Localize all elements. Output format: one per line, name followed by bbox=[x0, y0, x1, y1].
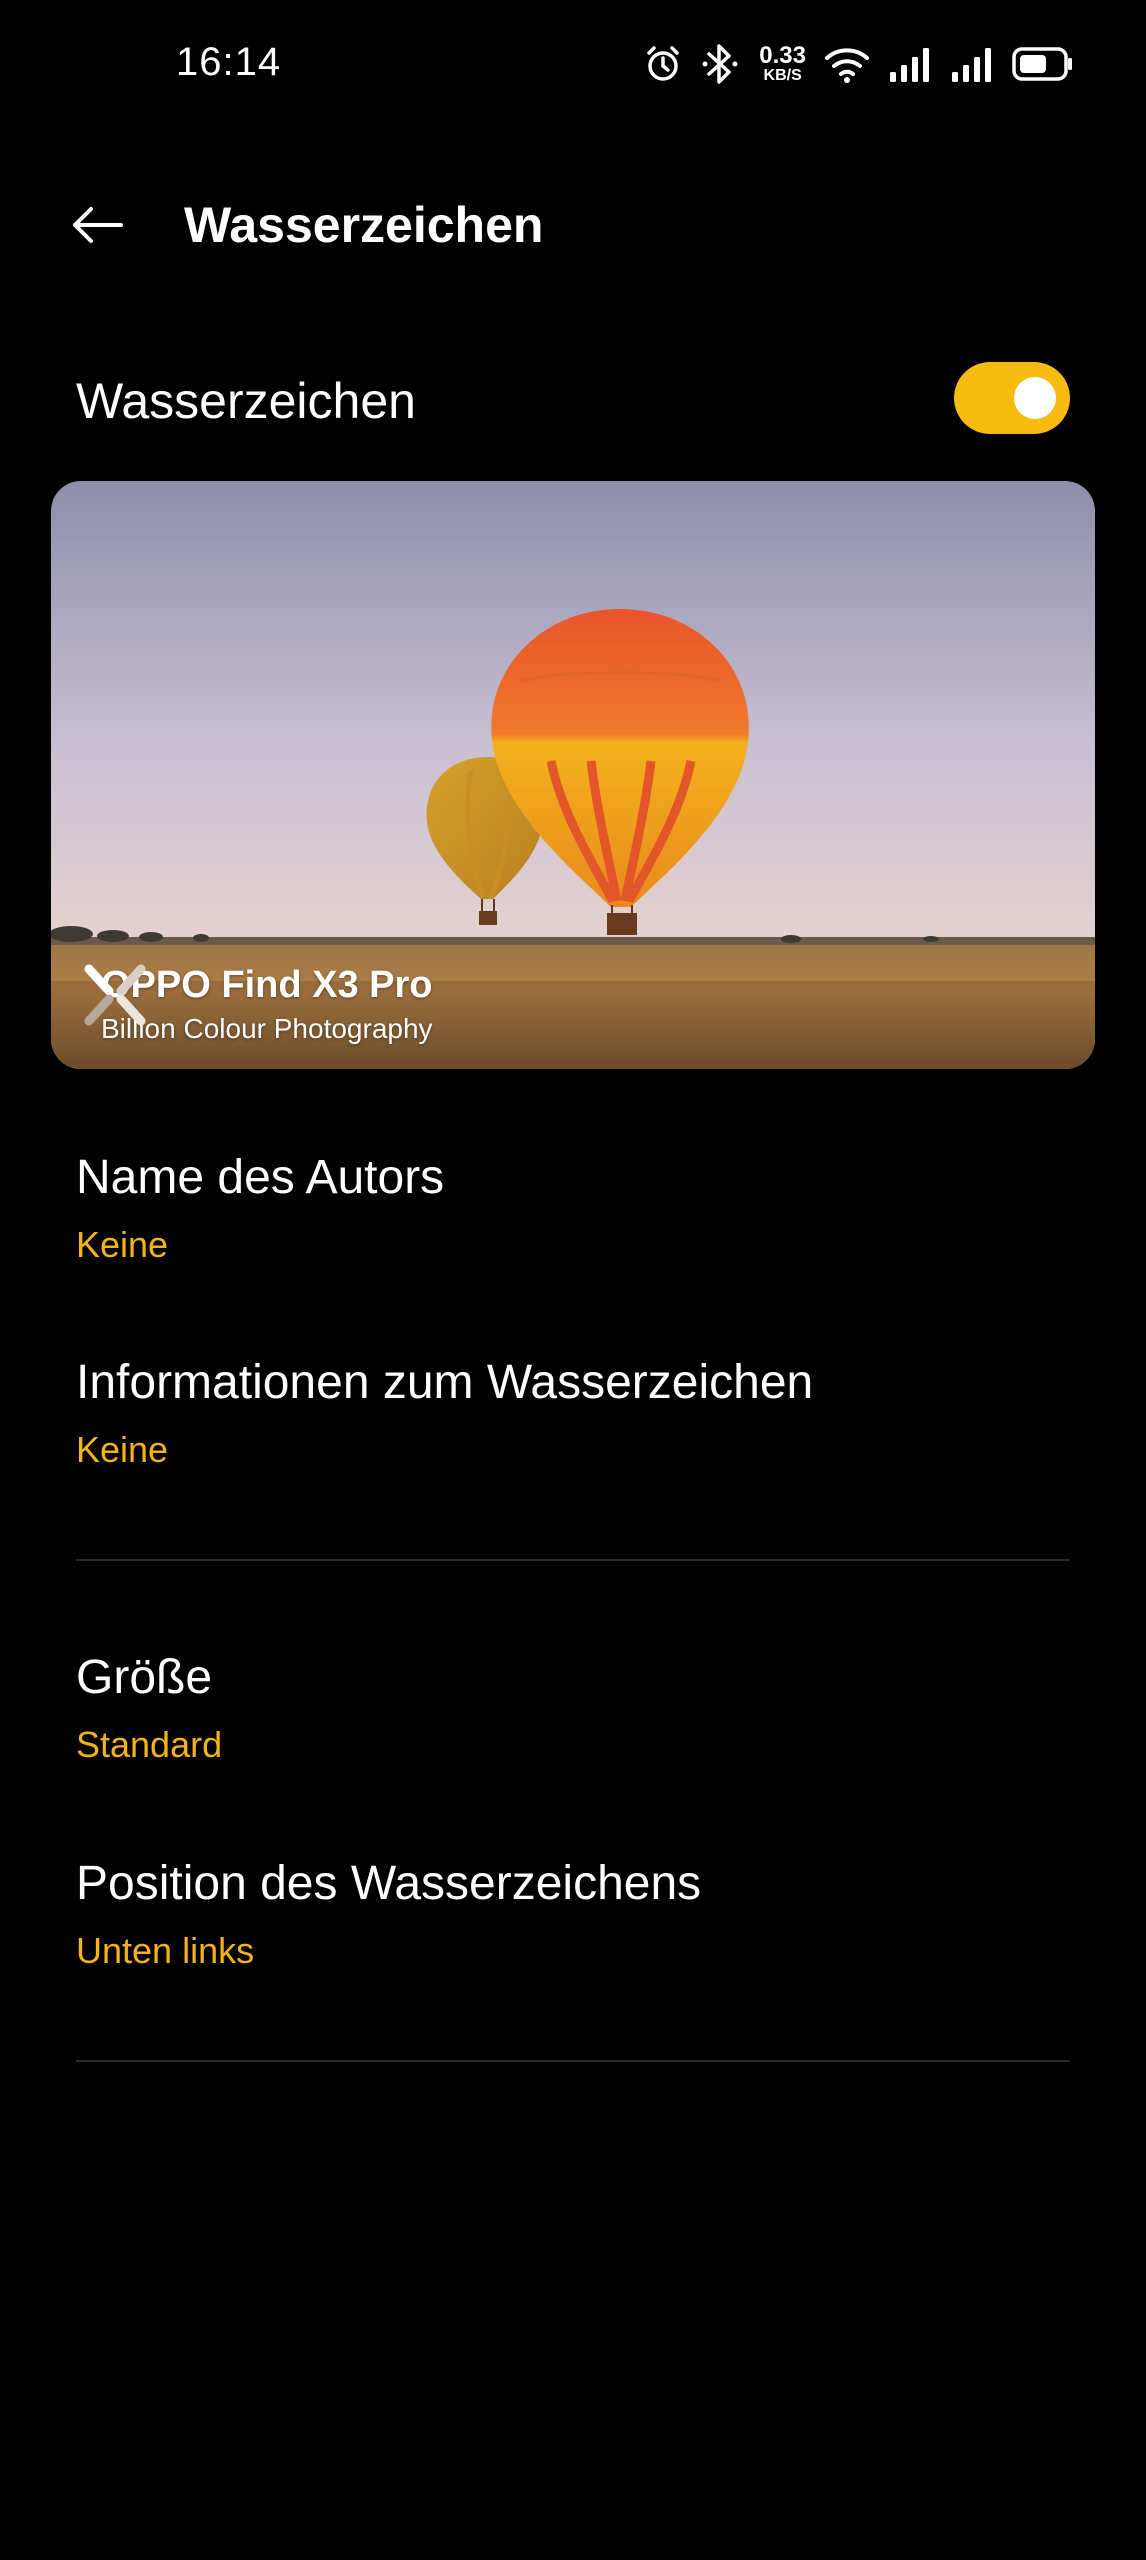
setting-title: Informationen zum Wasserzeichen bbox=[76, 1356, 814, 1409]
watermark-toggle-row[interactable]: Wasserzeichen bbox=[0, 350, 1146, 450]
status-time: 16:14 bbox=[176, 40, 282, 84]
author-name-setting[interactable]: Name des Autors Keine bbox=[0, 1150, 1146, 1310]
watermark-position-setting[interactable]: Position des Wasserzeichens Unten links bbox=[0, 1856, 1146, 2016]
setting-value: Keine bbox=[76, 1429, 169, 1470]
signal-icon bbox=[950, 46, 994, 82]
alarm-icon bbox=[643, 44, 683, 84]
watermark-overlay: OPPO Find X3 Pro Billion Colour Photogra… bbox=[79, 959, 433, 1049]
watermark-preview-image: OPPO Find X3 Pro Billion Colour Photogra… bbox=[51, 481, 1095, 1069]
setting-title: Position des Wasserzeichens bbox=[76, 1857, 702, 1910]
setting-title: Größe bbox=[76, 1651, 213, 1704]
back-button[interactable] bbox=[62, 192, 132, 262]
setting-value: Keine bbox=[76, 1224, 169, 1265]
watermark-toggle-switch[interactable] bbox=[954, 362, 1070, 434]
arrow-left-icon bbox=[69, 205, 125, 250]
divider bbox=[76, 2060, 1070, 2062]
divider bbox=[76, 1559, 1070, 1561]
network-speed-value: 0.33 bbox=[759, 42, 806, 69]
size-setting[interactable]: Größe Standard bbox=[0, 1650, 1146, 1810]
network-speed-unit: KB/S bbox=[763, 67, 802, 84]
network-speed: 0.33 KB/S bbox=[759, 44, 806, 84]
page-title: Wasserzeichen bbox=[184, 197, 544, 253]
signal-icon bbox=[888, 46, 932, 82]
wifi-icon bbox=[824, 44, 870, 84]
toggle-knob bbox=[1014, 377, 1056, 419]
status-bar: 16:14 0.33 KB/S bbox=[0, 0, 1146, 130]
watermark-toggle-label: Wasserzeichen bbox=[76, 373, 416, 429]
status-icons: 0.33 KB/S bbox=[643, 36, 1074, 92]
app-bar: Wasserzeichen bbox=[0, 180, 1146, 270]
watermark-info-setting[interactable]: Informationen zum Wasserzeichen Keine bbox=[0, 1355, 1146, 1515]
bluetooth-icon bbox=[701, 42, 741, 86]
battery-icon bbox=[1012, 46, 1074, 82]
setting-value: Standard bbox=[76, 1724, 223, 1765]
setting-title: Name des Autors bbox=[76, 1151, 445, 1204]
setting-value: Unten links bbox=[76, 1930, 255, 1971]
